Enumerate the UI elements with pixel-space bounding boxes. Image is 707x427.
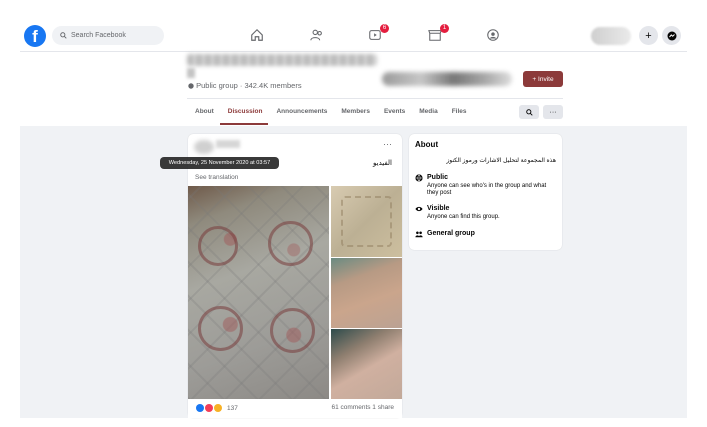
author-avatar-blurred[interactable] (194, 140, 214, 154)
tab-members[interactable]: Members (333, 104, 376, 125)
author-name-blurred[interactable] (216, 140, 240, 148)
header-divider (187, 98, 563, 99)
about-visible-heading: Visible (427, 205, 450, 212)
home-icon (251, 28, 263, 41)
search-icon (60, 32, 67, 39)
group-meta-text: Public group · 342.4K members (196, 81, 302, 90)
top-navigation-bar: f Search Facebook 6 1 + (20, 22, 687, 52)
tab-discussion[interactable]: Discussion (219, 104, 269, 125)
friends-icon (310, 29, 322, 41)
haha-reaction-icon (214, 404, 222, 412)
nav-friends[interactable] (310, 28, 326, 44)
post-text: الفيديو (373, 160, 392, 167)
about-general-heading: General group (427, 230, 475, 237)
profile-button[interactable] (591, 26, 631, 45)
create-button[interactable]: + (639, 26, 658, 45)
member-avatars-blurred (382, 72, 512, 86)
reactions-summary[interactable]: 137 (196, 404, 238, 412)
group-search-button[interactable] (519, 105, 539, 119)
post-photo-4[interactable] (331, 329, 402, 399)
tab-about[interactable]: About (187, 104, 220, 125)
tab-announcements[interactable]: Announcements (268, 104, 333, 125)
comments-shares[interactable]: 61 comments 1 share (331, 404, 394, 411)
tab-media[interactable]: Media (411, 104, 443, 125)
post-photo-main[interactable] (188, 186, 329, 399)
account-controls: + (591, 26, 681, 45)
tab-events[interactable]: Events (376, 104, 411, 125)
eye-icon (415, 206, 423, 212)
groups-icon (487, 29, 499, 41)
facebook-logo[interactable]: f (24, 25, 46, 47)
group-title-blurred-line2 (187, 68, 195, 78)
globe-icon (415, 174, 423, 182)
mosaic-circle (198, 226, 238, 266)
group-title-blurred (187, 54, 377, 66)
search-icon (525, 108, 533, 116)
group-header: Public group · 342.4K members + Invite A… (20, 52, 687, 126)
nav-marketplace[interactable]: 1 (428, 24, 449, 44)
search-placeholder: Search Facebook (71, 32, 126, 39)
about-visible-sub: Anyone can find this group. (427, 214, 500, 220)
mosaic-circle (270, 308, 315, 353)
nav-groups[interactable] (486, 28, 502, 44)
tab-files[interactable]: Files (444, 104, 473, 125)
about-description: هذه المجموعة لتحليل الاشارات ورموز الكنو… (446, 158, 556, 164)
search-input[interactable]: Search Facebook (52, 26, 164, 45)
about-public-sub: Anyone can see who's in the group and wh… (427, 183, 547, 197)
people-icon (415, 231, 423, 238)
nav-watch[interactable]: 6 (368, 24, 389, 44)
nav-home[interactable] (250, 28, 266, 44)
watch-badge: 6 (380, 24, 389, 33)
love-reaction-icon (205, 404, 213, 412)
reactions-count: 137 (227, 404, 238, 412)
mosaic-circle (198, 306, 243, 351)
group-meta: Public group · 342.4K members (188, 81, 302, 90)
timestamp-tooltip: Wednesday, 25 November 2020 at 03:57 (160, 157, 279, 169)
messenger-button[interactable] (662, 26, 681, 45)
group-more-button[interactable]: ··· (543, 105, 563, 119)
about-card: About هذه المجموعة لتحليل الاشارات ورموز… (409, 134, 562, 250)
marketplace-badge: 1 (440, 24, 449, 33)
globe-icon (188, 83, 194, 89)
post-footer: 137 61 comments 1 share (188, 399, 402, 418)
post-photo-3[interactable] (331, 258, 402, 328)
post-photo-2[interactable] (331, 186, 402, 257)
post-more-button[interactable]: ··· (383, 139, 392, 149)
group-tabs: About Discussion Announcements Members E… (187, 104, 473, 125)
mosaic-circle (268, 221, 313, 266)
about-title: About (415, 140, 439, 149)
invite-button[interactable]: + Invite (523, 71, 563, 87)
about-public-heading: Public (427, 174, 449, 181)
like-reaction-icon (196, 404, 204, 412)
see-translation-link[interactable]: See translation (195, 174, 238, 181)
messenger-icon (667, 31, 676, 40)
